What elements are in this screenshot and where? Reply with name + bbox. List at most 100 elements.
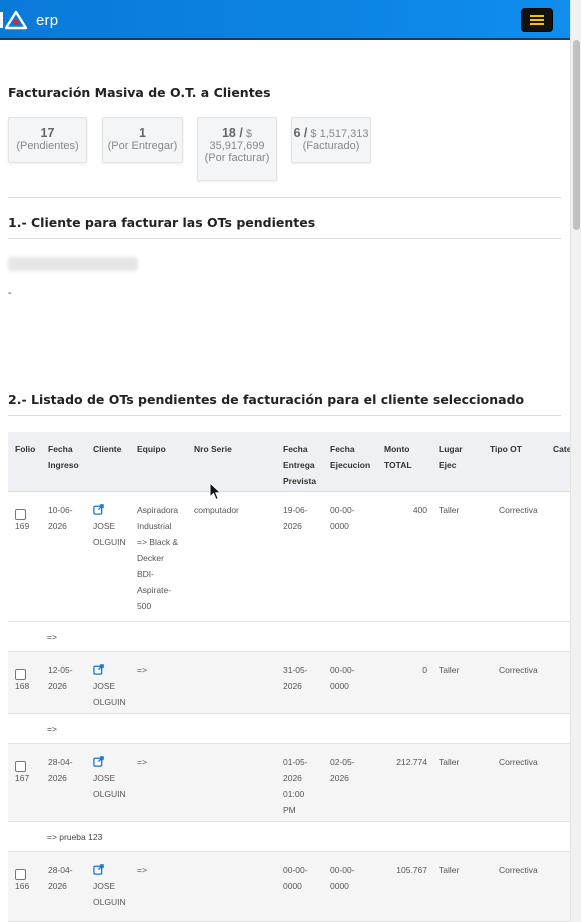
- th-equipo[interactable]: Equipo: [137, 441, 166, 457]
- cell-tipo-ot: Correctiva: [499, 757, 538, 767]
- cell-fecha-ingreso-l1: 28-04-: [48, 757, 73, 767]
- th-fecha-entrega[interactable]: Fecha Entrega Prevista: [283, 441, 316, 489]
- cell-monto: 400: [412, 505, 427, 515]
- cell-cliente-l2: OLGUIN: [93, 697, 126, 707]
- cell-cliente-l2: OLGUIN: [93, 897, 126, 907]
- cell-equipo-l1: =>: [137, 865, 147, 875]
- cell-cliente: JOSE OLGUIN: [93, 770, 126, 802]
- th-folio[interactable]: Folio: [15, 441, 35, 457]
- external-link-icon[interactable]: [93, 756, 104, 767]
- th-fecha-ejecucion-l1: Fecha: [330, 444, 355, 454]
- cell-equipo: Aspiradora Industrial => Black & Decker …: [137, 502, 178, 614]
- cell-folio: 167: [15, 773, 30, 783]
- table-header: Folio Fecha Ingreso Cliente Equipo Nro S…: [8, 432, 570, 492]
- cell-fecha-entrega-l2: 0000: [283, 881, 302, 891]
- page-title: Facturación Masiva de O.T. a Clientes: [8, 85, 271, 100]
- th-fecha-ejecucion-l2: Ejecucion: [330, 460, 371, 470]
- th-fecha-entrega-l2: Entrega: [283, 460, 315, 470]
- cell-equipo-l5: BDI-: [137, 569, 154, 579]
- stat-por-facturar-count: 18 /: [221, 126, 243, 140]
- th-tipo-ot[interactable]: Tipo OT: [490, 441, 522, 457]
- divider: [8, 238, 561, 239]
- hamburger-menu-button[interactable]: [521, 8, 553, 32]
- cell-fecha-entrega: 19-06- 2026: [283, 502, 308, 534]
- th-categoria[interactable]: Cate: [553, 441, 570, 457]
- cell-fecha-entrega: 01-05- 2026 01:00 PM: [283, 754, 308, 818]
- th-fecha-ingreso[interactable]: Fecha Ingreso: [48, 441, 79, 473]
- row-note-text: =>: [47, 724, 57, 734]
- stat-pendientes[interactable]: 17 (Pendientes): [8, 117, 87, 163]
- th-nro-serie[interactable]: Nro Serie: [194, 441, 232, 457]
- cell-fecha-ingreso-l1: 28-04-: [48, 865, 73, 875]
- cell-fecha-ingreso: 28-04- 2026: [48, 754, 73, 786]
- cell-cliente-l2: OLGUIN: [93, 537, 126, 547]
- cell-fecha-ejecucion: 00-00- 0000: [330, 862, 355, 894]
- cell-nro-serie: computador: [194, 505, 239, 515]
- divider: [8, 197, 561, 198]
- stat-facturado-count: 6 /: [293, 126, 308, 140]
- th-fecha-entrega-l1: Fecha: [283, 444, 308, 454]
- section-1-title: 1.- Cliente para facturar las OTs pendie…: [8, 215, 316, 230]
- stat-por-facturar[interactable]: 18 / $ 35,917,699 (Por facturar): [197, 117, 277, 181]
- cell-fecha-ejecucion-l1: 00-00-: [330, 505, 355, 515]
- logo-mark-icon: [0, 10, 28, 30]
- client-detail-placeholder: -: [8, 288, 12, 299]
- th-lugar[interactable]: Lugar Ejec: [439, 441, 463, 473]
- stat-facturado[interactable]: 6 / $ 1,517,313 (Facturado): [291, 117, 371, 163]
- cell-lugar: Taller: [439, 865, 460, 875]
- app-logo[interactable]: erp: [0, 8, 58, 32]
- cell-fecha-ejecucion-l1: 00-00-: [330, 865, 355, 875]
- selected-client-blurred[interactable]: [8, 257, 138, 271]
- cell-equipo-l6: Aspirate-: [137, 585, 172, 595]
- stat-pendientes-count: 17: [40, 126, 55, 140]
- external-link-icon[interactable]: [93, 864, 104, 875]
- cell-fecha-entrega-l2: 2026: [283, 773, 302, 783]
- cell-equipo: =>: [137, 662, 147, 678]
- vertical-scrollbar[interactable]: [570, 0, 581, 922]
- cell-fecha-ingreso-l2: 2026: [48, 681, 67, 691]
- cell-equipo-l2: Industrial: [137, 521, 172, 531]
- logo-text: erp: [36, 11, 59, 29]
- cell-fecha-entrega: 31-05- 2026: [283, 662, 308, 694]
- cell-monto: 212.774: [396, 757, 427, 767]
- cell-fecha-ejecucion-l1: 00-00-: [330, 665, 355, 675]
- external-link-icon[interactable]: [93, 664, 104, 675]
- stat-por-entregar[interactable]: 1 (Por Entregar): [102, 117, 183, 163]
- cell-equipo-l4: Decker: [137, 553, 164, 563]
- cell-equipo: =>: [137, 754, 147, 770]
- stat-por-entregar-count: 1: [139, 126, 146, 140]
- table-row-note: =>: [8, 714, 570, 744]
- cell-folio: 168: [15, 681, 30, 691]
- scrollbar-thumb[interactable]: [573, 40, 580, 230]
- row-note-text: => prueba 123: [47, 832, 103, 842]
- cell-monto: 105.767: [396, 865, 427, 875]
- cell-cliente-l2: OLGUIN: [93, 789, 126, 799]
- cell-fecha-ingreso-l2: 2026: [48, 881, 67, 891]
- table-row: 168 12-05- 2026 JOSE OLGUIN => 31-05- 20…: [8, 652, 570, 714]
- th-monto-l1: Monto: [384, 444, 410, 454]
- cell-fecha-entrega-l1: 31-05-: [283, 665, 308, 675]
- th-cliente[interactable]: Cliente: [93, 441, 121, 457]
- cell-equipo-l1: Aspiradora: [137, 505, 179, 515]
- cell-fecha-entrega: 00-00- 0000: [283, 862, 308, 894]
- cell-fecha-ingreso: 10-06- 2026: [48, 502, 73, 534]
- cell-folio: 166: [15, 881, 30, 891]
- cell-tipo-ot: Correctiva: [499, 505, 538, 515]
- th-fecha-ingreso-l2: Ingreso: [48, 460, 79, 470]
- table-row: 167 28-04- 2026 JOSE OLGUIN => 01-05- 20…: [8, 744, 570, 822]
- th-monto[interactable]: Monto TOTAL: [384, 441, 412, 473]
- mouse-cursor-icon: [209, 482, 222, 501]
- cell-monto: 0: [422, 665, 427, 675]
- cell-lugar: Taller: [439, 505, 460, 515]
- th-fecha-ejecucion[interactable]: Fecha Ejecucion: [330, 441, 370, 473]
- cell-fecha-ingreso: 28-04- 2026: [48, 862, 73, 894]
- table-row: 166 28-04- 2026 JOSE OLGUIN => 00-00- 00…: [8, 852, 570, 922]
- stat-facturado-label: (Facturado): [302, 140, 360, 152]
- cell-lugar: Taller: [439, 757, 460, 767]
- stat-por-facturar-currency: $: [245, 128, 253, 140]
- stat-facturado-amount: $ 1,517,313: [310, 128, 369, 140]
- external-link-icon[interactable]: [93, 504, 104, 515]
- cell-fecha-ejecucion-l2: 0000: [330, 681, 349, 691]
- cell-fecha-ejecucion-l2: 0000: [330, 521, 349, 531]
- divider: [8, 415, 561, 416]
